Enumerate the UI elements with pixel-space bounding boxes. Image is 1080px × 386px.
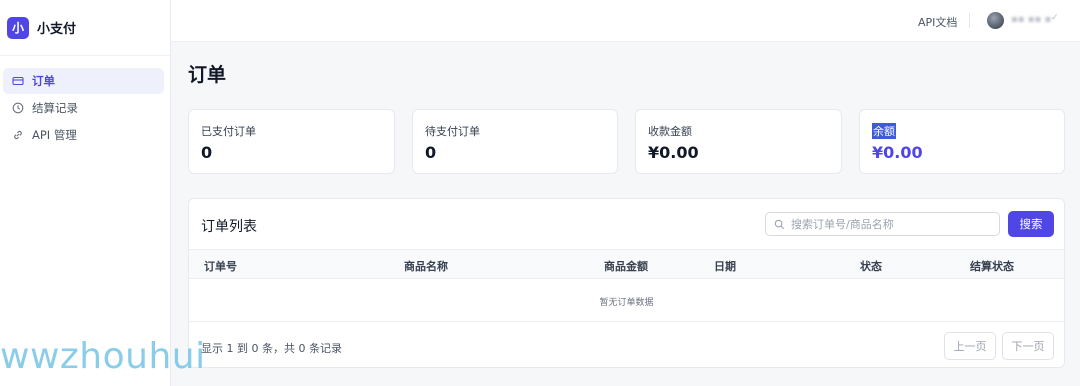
- stat-label: 余额: [872, 123, 896, 139]
- next-page-button[interactable]: 下一页: [1002, 332, 1054, 360]
- stat-label: 收款金额: [648, 125, 692, 138]
- stat-card-pending-orders: 待支付订单 0: [412, 109, 618, 174]
- search-input[interactable]: [791, 217, 991, 231]
- topbar: API文档 ▪▪ ▪▪ ▪ ✓: [171, 0, 1080, 42]
- sidebar-item-label: 订单: [32, 74, 55, 88]
- table-header: 订单号 商品名称 商品金额 日期 状态 结算状态: [189, 249, 1064, 279]
- column-header-amount[interactable]: 商品金额: [604, 258, 648, 274]
- table-divider: [189, 321, 1064, 322]
- card-icon: [12, 75, 24, 87]
- column-header-date[interactable]: 日期: [714, 258, 736, 274]
- brand[interactable]: 小 小支付: [0, 0, 170, 56]
- brand-logo: 小: [7, 16, 29, 39]
- search-box[interactable]: [765, 212, 1000, 236]
- orders-panel: 订单列表 搜索 订单号 商品名称 商品金额 日期 状态 结算状态 暂无订单数据 …: [188, 198, 1065, 368]
- sidebar-item-label: 结算记录: [32, 101, 78, 115]
- column-header-settlement-status[interactable]: 结算状态: [970, 258, 1014, 274]
- stat-value: 0: [201, 143, 213, 162]
- user-name[interactable]: ▪▪ ▪▪ ▪: [1011, 14, 1051, 25]
- stat-label: 待支付订单: [425, 125, 480, 138]
- column-header-status[interactable]: 状态: [860, 258, 882, 274]
- column-header-product-name[interactable]: 商品名称: [404, 258, 448, 274]
- search-button[interactable]: 搜索: [1008, 211, 1054, 237]
- stat-value: 0: [425, 143, 437, 162]
- stat-card-balance: 余额 ¥0.00: [859, 109, 1065, 174]
- sidebar-item-settlements[interactable]: 结算记录: [3, 95, 164, 121]
- prev-page-button[interactable]: 上一页: [944, 332, 996, 360]
- stat-value: ¥0.00: [872, 143, 923, 162]
- search-icon: [774, 219, 785, 230]
- sidebar: 小 小支付 订单 结算记录 API 管理: [0, 0, 171, 386]
- link-icon: [12, 129, 24, 141]
- chevron-down-icon[interactable]: ✓: [1051, 13, 1059, 23]
- topbar-divider: [969, 13, 970, 28]
- brand-name: 小支付: [37, 22, 77, 37]
- stat-card-received-amount: 收款金额 ¥0.00: [635, 109, 842, 174]
- watermark: wwzhouhui: [0, 336, 206, 377]
- table-empty-state: 暂无订单数据: [599, 298, 654, 308]
- api-docs-link[interactable]: API文档: [918, 14, 957, 30]
- column-header-order-no[interactable]: 订单号: [204, 258, 237, 274]
- clock-icon: [12, 102, 24, 114]
- record-count: 显示 1 到 0 条，共 0 条记录: [201, 342, 342, 355]
- sidebar-item-label: API 管理: [32, 128, 77, 142]
- avatar[interactable]: [987, 12, 1004, 29]
- sidebar-nav: 订单 结算记录 API 管理: [0, 56, 170, 148]
- stat-label: 已支付订单: [201, 125, 256, 138]
- stat-card-paid-orders: 已支付订单 0: [188, 109, 395, 174]
- page-title: 订单: [188, 64, 227, 86]
- sidebar-item-orders[interactable]: 订单: [3, 68, 164, 94]
- sidebar-item-api[interactable]: API 管理: [3, 122, 164, 148]
- stat-value: ¥0.00: [648, 143, 699, 162]
- orders-panel-title: 订单列表: [201, 219, 257, 235]
